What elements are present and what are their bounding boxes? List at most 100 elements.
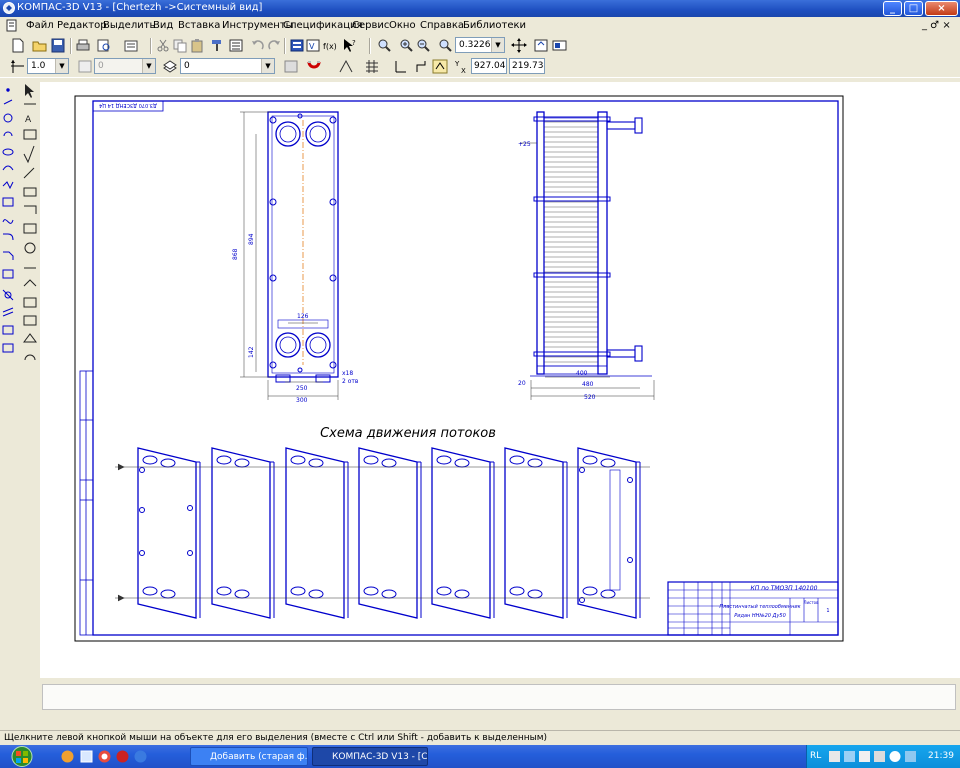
redo-icon[interactable]: [266, 38, 282, 53]
zoom-out-icon[interactable]: [415, 38, 431, 53]
local-cs-icon[interactable]: [392, 59, 408, 74]
volume-icon[interactable]: [844, 751, 855, 762]
rotate-tool-icon[interactable]: [24, 354, 36, 361]
quicklaunch-icon[interactable]: [79, 749, 94, 764]
layer-combo[interactable]: 0 ▼: [180, 58, 275, 74]
curve-tool-icon[interactable]: [2, 165, 14, 171]
point-tool-icon[interactable]: [6, 88, 10, 92]
start-button[interactable]: [0, 745, 44, 768]
menu-window[interactable]: Окно: [389, 20, 416, 31]
tray-app-icon[interactable]: [889, 751, 901, 762]
trim-tool-icon[interactable]: [2, 289, 14, 301]
network-icon[interactable]: [829, 751, 840, 762]
open-folder-icon[interactable]: [32, 38, 48, 53]
menu-service[interactable]: Сервис: [352, 20, 389, 31]
ellipse-tool-icon[interactable]: [2, 148, 14, 156]
menu-edit[interactable]: Редактор: [57, 20, 107, 31]
grid-icon[interactable]: [364, 59, 380, 74]
paste-icon[interactable]: [189, 38, 205, 53]
layer-icon[interactable]: [162, 59, 178, 74]
select-tool-icon[interactable]: [25, 84, 34, 98]
zoom-in-icon[interactable]: [398, 38, 414, 53]
measure-tool-icon[interactable]: [24, 242, 36, 254]
pan-icon[interactable]: [511, 38, 527, 53]
list-icon[interactable]: [228, 38, 244, 53]
menu-view[interactable]: Вид: [153, 20, 173, 31]
polyline-tool-icon[interactable]: [2, 181, 14, 190]
insert-tool-icon[interactable]: [23, 333, 37, 343]
drawing-workspace[interactable]: ДЗ.070 ДЗСЕНД 14 Ц4 868 894 142 126 250 …: [40, 82, 960, 678]
function-icon[interactable]: f(x): [322, 38, 338, 53]
help-pointer-icon[interactable]: ?: [342, 38, 358, 53]
print-icon[interactable]: [75, 38, 91, 53]
undo-icon[interactable]: [250, 38, 266, 53]
snap-magnet-icon[interactable]: [306, 59, 322, 74]
arc-tool-icon[interactable]: [3, 131, 13, 137]
view-icon[interactable]: [552, 38, 568, 53]
close-button[interactable]: ×: [925, 1, 958, 16]
circle-tool-icon[interactable]: [3, 113, 13, 123]
chevron-down-icon[interactable]: ▼: [55, 59, 68, 73]
text-tool-icon[interactable]: A: [25, 115, 32, 125]
task-button[interactable]: Добавить (старая ф...: [190, 747, 308, 766]
spec-tool-icon[interactable]: [23, 297, 37, 308]
format-painter-icon[interactable]: [210, 38, 226, 53]
drawing-canvas[interactable]: ДЗ.070 ДЗСЕНД 14 Ц4 868 894 142 126 250 …: [40, 82, 960, 678]
manager-icon[interactable]: [289, 38, 305, 53]
quicklaunch-icon[interactable]: [115, 749, 130, 764]
tolerance-tool-icon[interactable]: [23, 187, 37, 197]
chevron-down-icon[interactable]: ▼: [142, 59, 155, 73]
copy-icon[interactable]: [172, 38, 188, 53]
language-indicator[interactable]: RL: [810, 751, 821, 761]
coord-x-field[interactable]: 927.047: [471, 58, 507, 74]
refresh-icon[interactable]: [533, 38, 549, 53]
save-icon[interactable]: [50, 38, 66, 53]
minimize-button[interactable]: _: [883, 1, 902, 16]
layer-settings-icon[interactable]: [283, 59, 299, 74]
fillet-tool-icon[interactable]: [3, 233, 14, 241]
tray-app-icon[interactable]: [905, 751, 916, 762]
properties-panel[interactable]: [42, 684, 956, 710]
snap-grid-icon[interactable]: [10, 59, 26, 74]
menu-help[interactable]: Справка: [420, 20, 464, 31]
zoom-combo[interactable]: 0.3226 ▼: [455, 37, 505, 53]
quicklaunch-icon[interactable]: [60, 749, 75, 764]
coord-snap-icon[interactable]: [432, 59, 448, 74]
coord-y-field[interactable]: 219.734: [509, 58, 545, 74]
ortho-icon[interactable]: [414, 59, 430, 74]
snap-mode-icon[interactable]: [338, 59, 354, 74]
menu-specification[interactable]: Спецификация: [283, 20, 363, 31]
leader-tool-icon[interactable]: [23, 167, 35, 179]
maximize-button[interactable]: □: [904, 1, 923, 16]
chamfer-tool-icon[interactable]: [3, 251, 14, 260]
child-window-controls[interactable]: _ ♂ ×: [922, 20, 951, 31]
menu-select[interactable]: Выделить: [103, 20, 155, 31]
chevron-down-icon[interactable]: ▼: [261, 59, 274, 73]
style-combo[interactable]: 0 ▼: [94, 58, 156, 74]
quicklaunch-icon[interactable]: [133, 749, 148, 764]
multiline-tool-icon[interactable]: [2, 325, 14, 335]
zoom-window-icon[interactable]: [376, 38, 392, 53]
menu-insert[interactable]: Вставка: [178, 20, 220, 31]
zoom-scale-icon[interactable]: [437, 38, 453, 53]
hatch-tool-icon[interactable]: [2, 269, 14, 279]
view-tool-icon[interactable]: [23, 223, 37, 234]
print-preview-icon[interactable]: [96, 38, 112, 53]
task-button-active[interactable]: КОМПАС-3D V13 - [С...: [312, 747, 428, 766]
document-icon[interactable]: [6, 19, 18, 32]
edit-tool-icon[interactable]: [23, 279, 37, 287]
report-tool-icon[interactable]: [23, 315, 37, 326]
rectangle-tool-icon[interactable]: [2, 197, 14, 207]
chevron-down-icon[interactable]: ▼: [491, 38, 504, 52]
new-document-icon[interactable]: [10, 38, 26, 53]
roughness-tool-icon[interactable]: [23, 145, 35, 164]
table-tool-icon[interactable]: [23, 129, 37, 140]
antivirus-icon[interactable]: [859, 751, 870, 762]
update-icon[interactable]: [874, 751, 885, 762]
fragment-tool-icon[interactable]: [2, 343, 14, 353]
line-width-combo[interactable]: 1.0 ▼: [27, 58, 69, 74]
segment-tool-icon[interactable]: [3, 99, 13, 105]
cut-icon[interactable]: [155, 38, 171, 53]
offset-tool-icon[interactable]: [2, 307, 14, 317]
spline-tool-icon[interactable]: [2, 219, 14, 224]
